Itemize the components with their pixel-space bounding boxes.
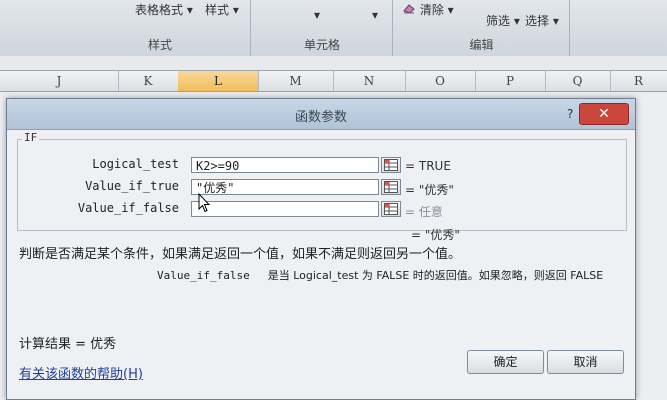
ribbon-group-styles: 表格格式 ▾ 样式 ▾ 样式	[0, 0, 251, 56]
logical-test-label: Logical_test	[92, 157, 179, 171]
parameter-description: Value_if_false 是当 Logical_test 为 FALSE 时的…	[157, 267, 603, 283]
clear-button[interactable]: 清除 ▾	[402, 1, 454, 18]
column-header-m[interactable]: M	[258, 71, 334, 91]
logical-test-input[interactable]: K2>=90	[191, 157, 379, 173]
value-if-true-label: Value_if_true	[85, 179, 179, 193]
column-header-l[interactable]: L	[178, 71, 259, 91]
dropdown-arrow-icon[interactable]: ▾	[314, 8, 320, 22]
ribbon-group-label: 编辑	[469, 38, 494, 52]
dropdown-arrow-icon: ▾	[232, 3, 239, 17]
column-header-j[interactable]: J	[0, 71, 119, 91]
cell-reference-icon[interactable]	[381, 179, 401, 195]
close-icon[interactable]: ✕	[579, 103, 629, 125]
parameter-name: Value_if_false	[157, 269, 250, 282]
calc-result-label: 计算结果 =	[19, 337, 87, 352]
value-if-true-result: = "优秀"	[405, 183, 454, 197]
value-if-false-result: = 任意	[405, 205, 443, 219]
cell-styles-button[interactable]: 样式 ▾	[205, 1, 239, 18]
calc-result-value: 优秀	[90, 337, 117, 352]
cell-reference-icon[interactable]	[381, 201, 401, 217]
ribbon-group-label: 单元格	[303, 38, 340, 52]
dropdown-arrow-icon: ▾	[186, 3, 193, 17]
calculation-result: 计算结果 = 优秀	[19, 333, 116, 352]
cancel-button[interactable]: 取消	[547, 350, 624, 374]
dropdown-arrow-icon: ▾	[552, 14, 559, 28]
function-description: 判断是否满足某个条件，如果满足返回一个值，如果不满足则返回另一个值。	[19, 247, 462, 262]
function-arguments-dialog: 函数参数 ? ✕ IF Logical_test K2>=90 = TRUE V…	[6, 98, 636, 400]
dropdown-arrow-icon: ▾	[447, 3, 454, 17]
column-header-n[interactable]: N	[333, 71, 406, 91]
value-if-false-input[interactable]	[191, 201, 379, 217]
column-header-o[interactable]: O	[405, 71, 476, 91]
filter-button[interactable]: 筛选 ▾	[486, 12, 520, 29]
formula-result-preview: = "优秀"	[411, 228, 460, 242]
eraser-icon	[402, 3, 420, 17]
formula-bar[interactable]	[0, 56, 667, 71]
mouse-cursor-icon	[198, 192, 211, 217]
column-header-k[interactable]: K	[118, 71, 179, 91]
dialog-title-bar[interactable]: 函数参数 ? ✕	[7, 99, 635, 130]
column-header-r[interactable]: R	[610, 71, 667, 91]
column-headers: J K L M N O P Q R	[0, 71, 667, 92]
function-name: IF	[22, 131, 40, 144]
dropdown-arrow-icon: ▾	[513, 14, 520, 28]
ribbon-group-editing: 清除 ▾ 筛选 ▾ 选择 ▾ 编辑	[394, 0, 570, 56]
ribbon-group-label: 样式	[147, 38, 172, 52]
parameter-text: 是当 Logical_test 为 FALSE 时的返回值。如果忽略，则返回 F…	[267, 269, 604, 282]
ok-button[interactable]: 确定	[467, 350, 544, 374]
value-if-true-input[interactable]: "优秀"	[191, 179, 379, 195]
ribbon: 表格格式 ▾ 样式 ▾ 样式 ▾ ▾ 单元格 清除 ▾ 筛选 ▾ 选择 ▾ 编辑	[0, 0, 667, 57]
value-if-false-label: Value_if_false	[77, 201, 179, 215]
logical-test-result: = TRUE	[405, 159, 451, 173]
dialog-title: 函数参数	[294, 110, 347, 125]
cell-reference-icon[interactable]	[381, 157, 401, 173]
help-button[interactable]: ?	[567, 107, 573, 121]
dropdown-arrow-icon[interactable]: ▾	[372, 8, 378, 22]
format-as-table-button[interactable]: 表格格式 ▾	[135, 1, 193, 18]
function-help-link[interactable]: 有关该函数的帮助(H)	[19, 363, 143, 382]
column-header-q[interactable]: Q	[545, 71, 611, 91]
select-button[interactable]: 选择 ▾	[525, 12, 559, 29]
column-header-p[interactable]: P	[475, 71, 546, 91]
ribbon-group-cells: ▾ ▾ 单元格	[252, 0, 393, 56]
